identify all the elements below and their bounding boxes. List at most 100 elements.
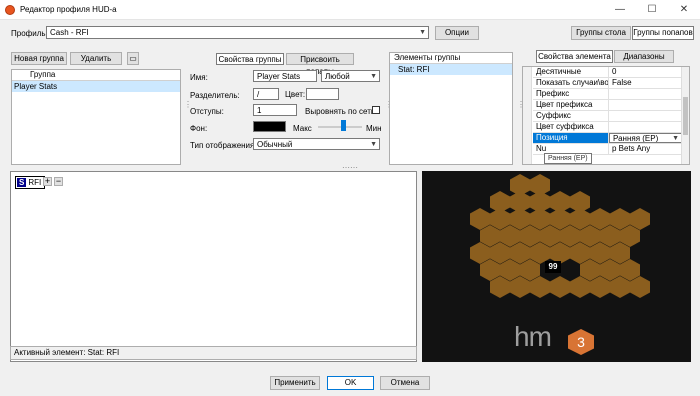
chevron-down-icon: ▼ bbox=[419, 29, 426, 36]
indent-label: Отступы: bbox=[190, 107, 224, 116]
property-key: Префикс bbox=[533, 89, 609, 99]
options-button[interactable]: Опции bbox=[435, 26, 479, 40]
title-bar: Редактор профиля HUD-а — ☐ ✕ bbox=[0, 0, 700, 20]
scrollbar[interactable] bbox=[681, 67, 689, 164]
align-grid-label: Выровнять по сетке bbox=[305, 107, 379, 116]
property-value[interactable]: False bbox=[609, 78, 682, 88]
property-row[interactable]: Десятичные 0 bbox=[533, 67, 682, 78]
hud-hex-cell[interactable] bbox=[550, 191, 570, 213]
minus-button[interactable]: − bbox=[54, 177, 63, 186]
hud-preview: 99 hm 3 bbox=[422, 171, 691, 362]
opacity-slider-thumb[interactable] bbox=[341, 120, 346, 131]
profile-select[interactable]: Cash - RFI ▼ bbox=[46, 26, 429, 39]
property-value[interactable] bbox=[609, 111, 682, 121]
hud-hex-cell[interactable] bbox=[530, 174, 550, 196]
min-label: Мин bbox=[366, 124, 382, 133]
property-value[interactable]: p Bets Any bbox=[609, 144, 682, 154]
new-group-button[interactable]: Новая группа bbox=[11, 52, 67, 65]
elements-column-header: Элементы группы bbox=[394, 53, 461, 62]
property-key: Суффикс bbox=[533, 111, 609, 121]
any-select-value: Любой bbox=[325, 72, 350, 81]
property-row[interactable]: Суффикс bbox=[533, 111, 682, 122]
name-label: Имя: bbox=[190, 73, 208, 82]
property-row[interactable]: Показать случаи\возмFalse bbox=[533, 78, 682, 89]
stat-s-icon: S bbox=[17, 178, 27, 187]
group-column-header: Группа bbox=[30, 70, 56, 79]
max-label: Макс bbox=[293, 124, 312, 133]
property-row[interactable]: Префикс bbox=[533, 89, 682, 100]
property-grid: Десятичные0Показать случаи\возмFalseПреф… bbox=[522, 66, 690, 165]
display-type-value: Обычный bbox=[257, 140, 293, 149]
tooltip: Ранняя (EP) bbox=[544, 153, 592, 164]
window-title: Редактор профиля HUD-а bbox=[20, 5, 117, 14]
scrollbar-thumb[interactable] bbox=[683, 97, 688, 135]
separator-input[interactable]: / bbox=[253, 88, 279, 100]
tab-group-props[interactable]: Свойства группы bbox=[216, 53, 284, 65]
list-item[interactable]: Stat: RFI bbox=[390, 64, 512, 75]
layout-preview: S RFI + − bbox=[10, 171, 417, 362]
group-list-header: Группа bbox=[12, 70, 180, 81]
background-swatch[interactable] bbox=[253, 121, 286, 132]
stat-label: RFI bbox=[28, 178, 42, 187]
property-rows: Десятичные0Показать случаи\возмFalseПреф… bbox=[533, 67, 682, 155]
color-label: Цвет: bbox=[285, 90, 306, 99]
property-gutter bbox=[523, 67, 532, 164]
minimize-button[interactable]: — bbox=[604, 0, 636, 20]
status-bar: Активный элемент: Stat: RFI bbox=[10, 346, 417, 360]
property-row[interactable]: Цвет префикса bbox=[533, 100, 682, 111]
property-value[interactable]: Ранняя (EP) ▼ bbox=[609, 133, 682, 143]
property-key: Цвет префикса bbox=[533, 100, 609, 110]
align-grid-checkbox[interactable] bbox=[372, 106, 380, 114]
elements-list: Элементы группы Stat: RFI bbox=[389, 52, 513, 165]
any-select[interactable]: Любой ▼ bbox=[321, 70, 380, 82]
hud-stat-badge[interactable]: S RFI bbox=[15, 176, 46, 189]
hud-hex-cell[interactable] bbox=[510, 174, 530, 196]
elements-header: Элементы группы bbox=[390, 53, 512, 64]
opacity-slider-track[interactable] bbox=[318, 126, 362, 128]
hud-hex-cell[interactable] bbox=[550, 276, 570, 298]
chevron-down-icon: ▼ bbox=[370, 73, 377, 80]
edit-icon[interactable]: ▭ bbox=[127, 52, 139, 65]
property-value[interactable]: 0 bbox=[609, 67, 682, 77]
tab-color-ranges[interactable]: Диапазоны цвета bbox=[614, 50, 674, 73]
property-key: Десятичные bbox=[533, 67, 609, 77]
separator-label: Разделитель: bbox=[190, 91, 240, 100]
profile-label: Профиль: bbox=[11, 29, 48, 38]
list-item[interactable]: Player Stats bbox=[12, 81, 180, 92]
tab-table-groups[interactable]: Группы стола bbox=[571, 26, 631, 40]
background-label: Фон: bbox=[190, 124, 208, 133]
hud-hex-cell[interactable] bbox=[570, 191, 590, 213]
tab-popup-groups[interactable]: Группы попапов bbox=[632, 26, 694, 40]
display-type-select[interactable]: Обычный ▼ bbox=[253, 138, 380, 150]
maximize-button[interactable]: ☐ bbox=[636, 0, 668, 20]
tab-assign-popups[interactable]: Присвоить попапы bbox=[286, 53, 354, 76]
indent-input[interactable]: 1 bbox=[253, 104, 297, 116]
close-button[interactable]: ✕ bbox=[668, 0, 700, 20]
cancel-button[interactable]: Отмена bbox=[380, 376, 430, 390]
property-value[interactable] bbox=[609, 122, 682, 132]
delete-group-button[interactable]: Удалить bbox=[70, 52, 122, 65]
profile-value: Cash - RFI bbox=[50, 28, 89, 37]
name-input[interactable]: Player Stats bbox=[253, 70, 317, 82]
property-value[interactable] bbox=[609, 100, 682, 110]
apply-button[interactable]: Применить bbox=[270, 376, 320, 390]
property-key: Позиция bbox=[533, 133, 609, 143]
ok-button[interactable]: OK bbox=[327, 376, 374, 390]
chevron-down-icon[interactable]: ▼ bbox=[672, 134, 679, 142]
tab-element-props[interactable]: Свойства элемента bbox=[536, 50, 613, 63]
hm3-logo-text: hm bbox=[514, 321, 552, 352]
chevron-down-icon: ▼ bbox=[370, 141, 377, 148]
property-row[interactable]: Цвет суффикса bbox=[533, 122, 682, 133]
group-list: Группа Player Stats bbox=[11, 69, 181, 165]
stat-value: 99 bbox=[545, 261, 561, 273]
app-icon bbox=[5, 5, 15, 15]
color-input[interactable] bbox=[306, 88, 339, 100]
property-key: Показать случаи\возм bbox=[533, 78, 609, 88]
property-row[interactable]: Позиция Ранняя (EP) ▼ bbox=[533, 133, 682, 144]
property-key: Цвет суффикса bbox=[533, 122, 609, 132]
splitter-handle[interactable]: ⋮ bbox=[184, 100, 192, 109]
plus-button[interactable]: + bbox=[43, 177, 52, 186]
property-value[interactable] bbox=[609, 89, 682, 99]
hud-hex-cell[interactable] bbox=[490, 191, 510, 213]
hm3-logo-badge: 3 bbox=[568, 329, 594, 355]
